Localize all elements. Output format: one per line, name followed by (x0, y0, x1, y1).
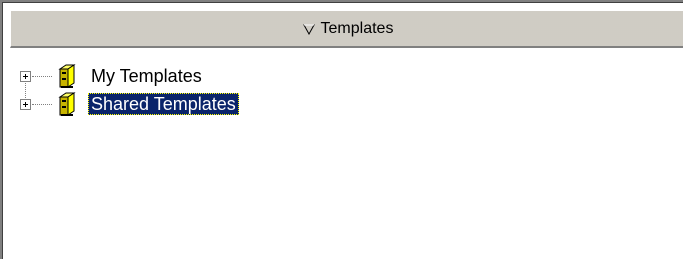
templates-tree[interactable]: My Templates Shared Templates (10, 50, 683, 259)
tree-connector-line (32, 104, 52, 105)
tree-connector-line (32, 76, 52, 77)
sort-descending-icon (302, 24, 315, 35)
templates-panel: Templates My Templates Shared Templates (0, 0, 683, 259)
header-content: Templates (302, 19, 394, 38)
header-title: Templates (320, 19, 394, 37)
tree-item-shared-templates[interactable]: Shared Templates (10, 90, 310, 118)
tree-item-label[interactable]: Shared Templates (88, 93, 239, 115)
expand-icon[interactable] (20, 99, 31, 110)
tree-item-my-templates[interactable]: My Templates (10, 62, 310, 90)
tree-item-label[interactable]: My Templates (88, 65, 205, 87)
template-book-icon (58, 92, 76, 116)
template-book-icon (58, 64, 76, 88)
templates-column-header[interactable]: Templates (10, 10, 683, 48)
expand-icon[interactable] (20, 71, 31, 82)
